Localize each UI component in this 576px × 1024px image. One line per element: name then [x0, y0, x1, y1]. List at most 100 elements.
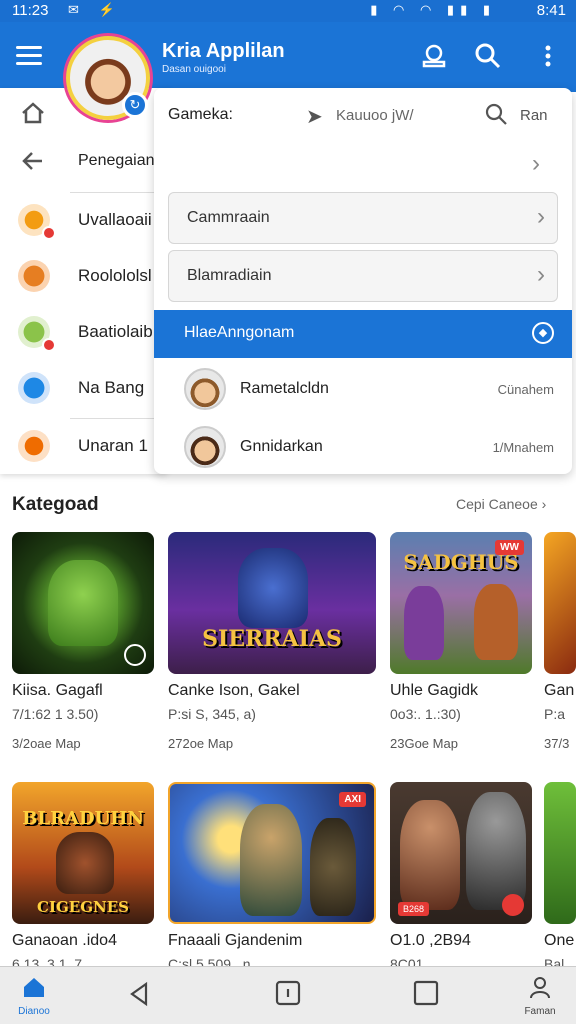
game-card[interactable]: SADGHUS WW Uhle Gagidk 0o3:. 1.:30) 23Go… — [390, 532, 532, 751]
app-subtitle: Dasan ouigooi — [162, 64, 226, 75]
play-icon[interactable] — [124, 644, 146, 666]
game-name: One — [544, 932, 575, 949]
notification-dot — [42, 226, 56, 240]
game-price: P:a — [544, 706, 566, 722]
send-icon[interactable]: ➤ — [306, 104, 323, 129]
nav-profile-label: Faman — [524, 1006, 556, 1017]
game-name: O1.0 ,2B94 — [390, 932, 471, 949]
drawer-item[interactable]: Unaran 1 — [0, 418, 170, 472]
drawer-item-label: Unaran 1 — [78, 436, 148, 455]
drawer-item[interactable]: Baatiolaib — [0, 304, 170, 358]
game-tag: WW — [495, 540, 524, 555]
game-thumbnail: BLRADUHN CIGEGNES — [12, 782, 154, 924]
refresh-badge-icon[interactable]: ↻ — [122, 92, 148, 118]
game-price: 0o3:. 1.:30) — [390, 706, 461, 722]
game-thumbnail: AXI — [168, 782, 376, 924]
account-icon[interactable] — [418, 40, 450, 72]
drawer-item-back[interactable]: Penegaian — [0, 134, 170, 188]
game-popup-panel: Gameka: ➤ Kauuoo jW/ Ran › Cammraain › B… — [154, 88, 572, 474]
popup-header-label: Gameka: — [168, 106, 233, 123]
search-icon[interactable] — [472, 40, 504, 72]
game-name: Gan — [544, 682, 575, 699]
menu-icon[interactable] — [16, 46, 42, 66]
chevron-right-icon[interactable]: › — [532, 150, 540, 178]
game-logo: BLRADUHN — [22, 808, 144, 829]
profile-icon — [530, 977, 550, 999]
game-name: Ganaoan .ido4 — [12, 932, 117, 949]
home-icon[interactable] — [20, 100, 46, 126]
game-logo: SIERRAIAS — [202, 626, 342, 652]
popup-field[interactable]: Blamradiain › — [168, 250, 558, 302]
item-count: Cünahem — [497, 382, 554, 397]
globe-icon — [18, 372, 50, 404]
search-icon[interactable] — [484, 102, 508, 126]
see-all-link[interactable]: Cepi Caneoe › — [456, 496, 546, 512]
section-title: Kategoad — [12, 494, 99, 515]
bottom-navigation: Dianoo Faman — [0, 966, 576, 1024]
field-text: Cammraain — [187, 209, 270, 226]
drawer-item[interactable]: Roolololsl — [0, 248, 170, 302]
game-meta: 272oe Map — [168, 736, 234, 751]
back-triangle-icon — [130, 981, 148, 1007]
game-name: Kiisa. Gagafl — [12, 682, 103, 699]
game-thumbnail — [12, 532, 154, 674]
game-logo-sub: CIGEGNES — [37, 898, 129, 916]
game-card[interactable]: One Bal — [544, 782, 576, 972]
game-meta: 23Goe Map — [390, 736, 458, 751]
drawer-item[interactable]: Uvallaoaii — [0, 192, 170, 246]
radio-check-icon: ◆ — [532, 322, 554, 344]
drawer-item[interactable]: Na Bang — [0, 360, 170, 414]
selected-option-label: HlaeAnngonam — [184, 324, 295, 341]
game-card[interactable]: SIERRAIAS Canke Ison, Gakel P:si S, 345,… — [168, 532, 376, 751]
nav-recents[interactable] — [412, 979, 440, 1012]
popup-list-item[interactable]: Rametalcldn Cünahem — [154, 360, 572, 416]
store-icon — [18, 260, 50, 292]
popup-header-text: Kauuoo jW/ — [336, 107, 414, 124]
game-name: Canke Ison, Gakel — [168, 682, 300, 699]
nav-profile[interactable]: Faman — [520, 975, 560, 1017]
nav-home-button[interactable] — [274, 979, 302, 1012]
nav-drawer: Penegaian Uvallaoaii Roolololsl Baatiola… — [0, 88, 170, 474]
nav-back[interactable] — [128, 981, 150, 1012]
drawer-item-label: Na Bang — [78, 378, 145, 397]
notification-dot — [42, 338, 56, 352]
popup-header-right[interactable]: Ran — [520, 107, 548, 124]
game-card[interactable]: Gan P:a 37/3 — [544, 532, 576, 751]
selected-option[interactable]: HlaeAnngonam ◆ — [154, 310, 572, 358]
status-bar: 11:23 ✉ ⚡ ▮ ◠ ◠ ▮▮ ▮ 8:41 — [0, 0, 576, 22]
item-name: Rametalcldn — [240, 380, 329, 397]
game-price: 7/1:62 1 3.50) — [12, 706, 99, 722]
game-thumbnail — [544, 782, 576, 924]
game-meta: 37/3 — [544, 736, 570, 751]
chevron-right-icon: › — [537, 261, 545, 288]
game-tag: B268 — [398, 902, 430, 916]
recents-icon — [413, 980, 439, 1006]
game-card[interactable]: AXI Fnaaali Gjandenim C:sl 5 509 . n — [168, 782, 376, 972]
item-count: 1/Mnahem — [492, 440, 554, 455]
drawer-item-label: Roolololsl — [78, 266, 152, 285]
notification-icons: ✉ ⚡ — [68, 2, 123, 17]
close-icon[interactable] — [502, 894, 524, 916]
drawer-item-label: Baatiolaib — [78, 322, 153, 341]
back-arrow-icon — [22, 152, 42, 170]
nav-home[interactable]: Dianoo — [12, 975, 56, 1017]
more-vert-icon[interactable] — [532, 40, 564, 72]
square-button-icon — [275, 980, 301, 1006]
popup-field[interactable]: Cammraain › — [168, 192, 558, 244]
status-time: 11:23 — [12, 2, 49, 19]
nav-home-label: Dianoo — [18, 1006, 50, 1017]
game-meta: 3/2oae Map — [12, 736, 81, 751]
field-text: Blamradiain — [187, 267, 272, 284]
game-card[interactable]: B268 O1.0 ,2B94 8C01 — [390, 782, 532, 972]
game-thumbnail: SADGHUS WW — [390, 532, 532, 674]
system-icons: ▮ ◠ ◠ ▮▮ ▮ — [370, 2, 496, 17]
status-time-right: 8:41 — [536, 2, 566, 19]
avatar — [184, 368, 226, 410]
game-card[interactable]: BLRADUHN CIGEGNES Ganaoan .ido4 6.13, 3 … — [12, 782, 154, 972]
avatar — [184, 426, 226, 468]
star-icon — [18, 430, 50, 462]
drawer-item-label: Penegaian — [78, 152, 155, 169]
popup-list-item[interactable]: Gnnidarkan 1/Mnahem — [154, 418, 572, 474]
game-card[interactable]: Kiisa. Gagafl 7/1:62 1 3.50) 3/2oae Map — [12, 532, 154, 751]
game-tag: AXI — [339, 792, 366, 807]
